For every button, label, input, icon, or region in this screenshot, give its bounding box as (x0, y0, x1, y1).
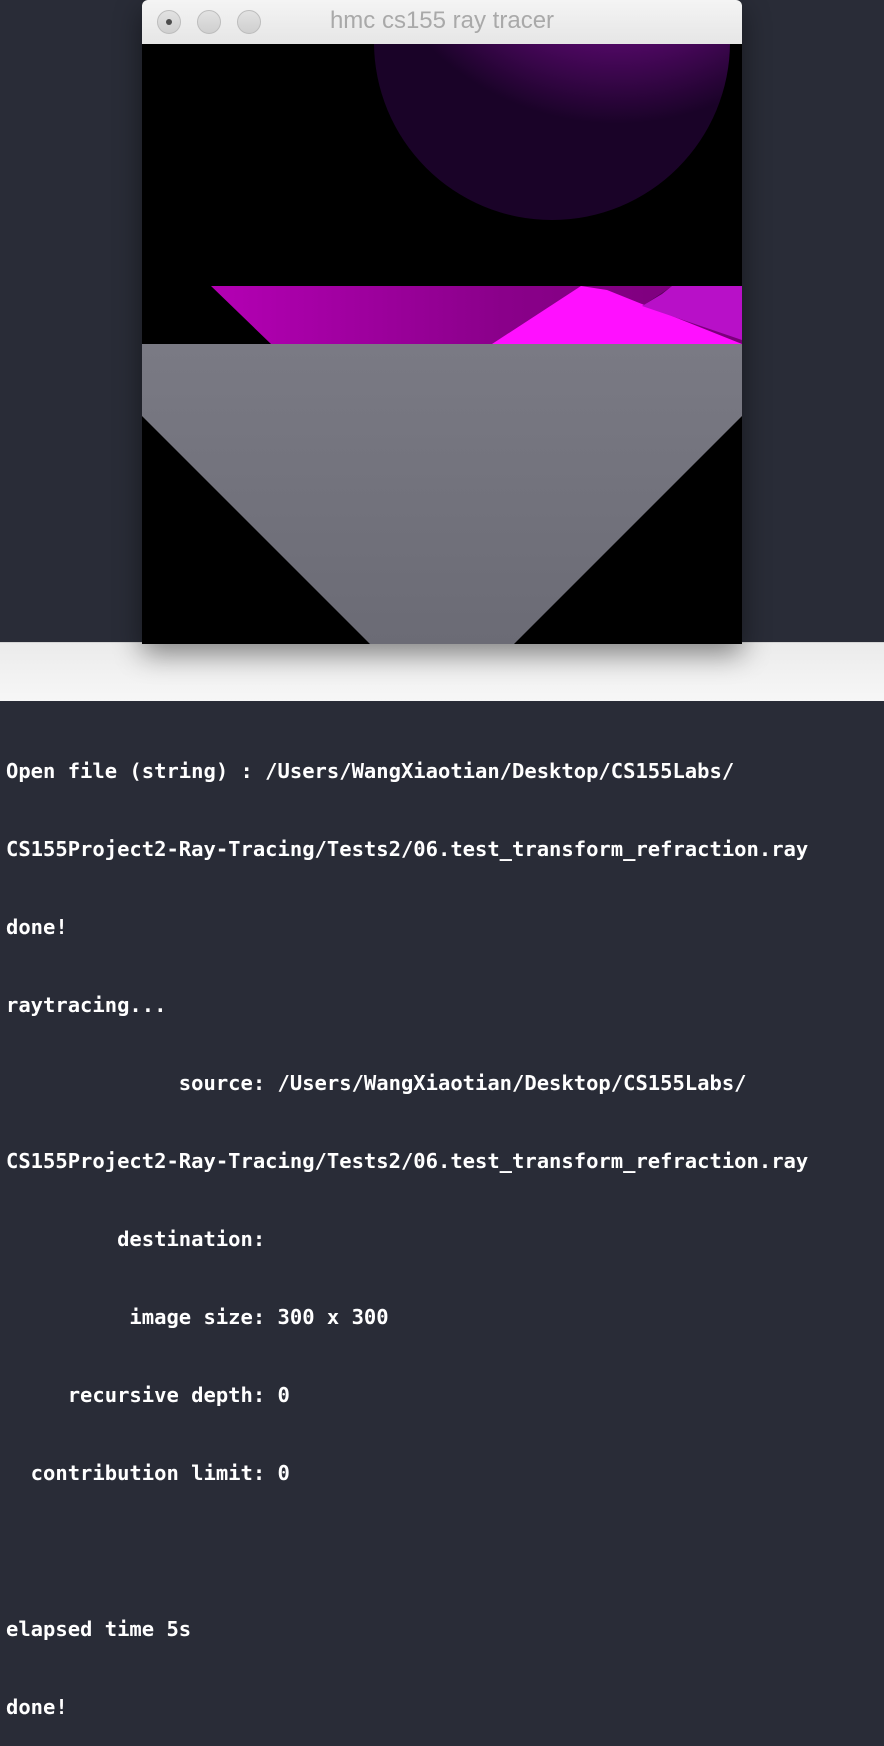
window-title: hmc cs155 ray tracer (329, 7, 555, 34)
console-line: elapsed time 5s (6, 1617, 192, 1641)
console-line: Open file (string) : /Users/WangXiaotian… (6, 759, 735, 783)
console-line: CS155Project2-Ray-Tracing/Tests2/06.test… (6, 1149, 809, 1173)
terminal-output: Open file (string) : /Users/WangXiaotian… (6, 706, 878, 1746)
ray-tracer-window: hmc cs155 ray tracer (142, 0, 742, 644)
rendered-image (142, 44, 742, 644)
console-line: recursive depth: 0 (6, 1383, 290, 1407)
window-backdrop-band (0, 642, 884, 701)
console-line: contribution limit: 0 (6, 1461, 290, 1485)
console-line: raytracing... (6, 993, 167, 1017)
render-canvas (142, 44, 742, 644)
console-line: image size: 300 x 300 (6, 1305, 389, 1329)
window-titlebar[interactable]: hmc cs155 ray tracer (142, 0, 742, 45)
console-line: destination: (6, 1227, 266, 1251)
console-line: done! (6, 915, 68, 939)
console-line: done! (6, 1695, 68, 1719)
console-line: CS155Project2-Ray-Tracing/Tests2/06.test… (6, 837, 809, 861)
console-line: source: /Users/WangXiaotian/Desktop/CS15… (6, 1071, 747, 1095)
